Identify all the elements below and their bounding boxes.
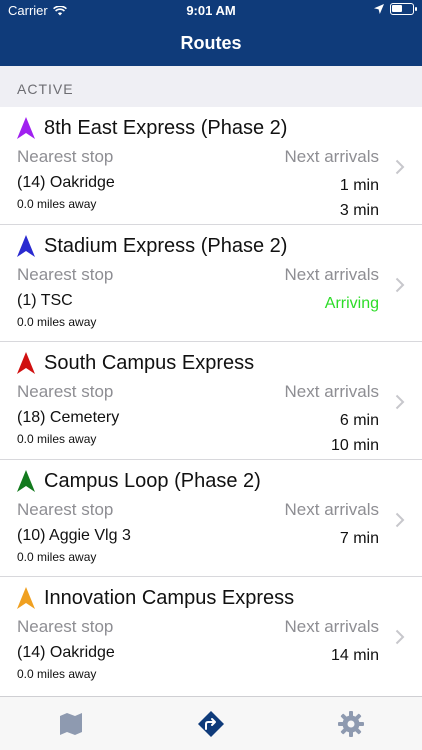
navigation-arrow-icon bbox=[17, 352, 35, 374]
route-name: Stadium Express (Phase 2) bbox=[44, 234, 288, 257]
stop-distance: 0.0 miles away bbox=[17, 667, 97, 681]
map-icon[interactable] bbox=[57, 710, 85, 738]
route-name: 8th East Express (Phase 2) bbox=[44, 117, 288, 139]
route-row[interactable]: 8th East Express (Phase 2) Nearest stop … bbox=[0, 107, 422, 225]
navigation-arrow-icon bbox=[17, 469, 35, 492]
nearest-stop-label: Nearest stop bbox=[17, 147, 114, 166]
arrival-time: 1 min bbox=[339, 177, 379, 194]
arrival-times: Arriving bbox=[325, 291, 379, 316]
arrival-times: 14 min bbox=[331, 643, 379, 668]
arrival-time: 3 min bbox=[339, 202, 379, 219]
route-name: South Campus Express bbox=[44, 352, 255, 374]
chevron-right-icon bbox=[395, 277, 405, 292]
directions-icon[interactable] bbox=[197, 710, 225, 738]
next-arrivals-label: Next arrivals bbox=[284, 617, 379, 636]
navigation-arrow-icon bbox=[17, 587, 35, 609]
stop-distance: 0.0 miles away bbox=[17, 432, 97, 446]
stop-name: (14) Oakridge bbox=[17, 644, 115, 661]
stop-name: (1) TSC bbox=[17, 291, 73, 309]
route-row[interactable]: Stadium Express (Phase 2) Nearest stop N… bbox=[0, 224, 422, 342]
arrival-time: 6 min bbox=[339, 412, 379, 429]
page-title: Routes bbox=[180, 33, 242, 53]
stop-name: (10) Aggie Vlg 3 bbox=[17, 526, 131, 544]
gear-icon[interactable] bbox=[337, 710, 365, 738]
arriving-status: Arriving bbox=[324, 294, 379, 312]
next-arrivals-label: Next arrivals bbox=[284, 382, 379, 401]
status-right bbox=[374, 3, 417, 15]
route-row[interactable]: Innovation Campus Express Nearest stop N… bbox=[0, 577, 422, 695]
nearest-stop-label: Nearest stop bbox=[17, 382, 114, 401]
stop-distance: 0.0 miles away bbox=[17, 197, 97, 211]
header: Carrier 9:01 AM Routes bbox=[0, 0, 422, 66]
arrival-times: 7 min bbox=[340, 526, 379, 551]
next-arrivals-label: Next arrivals bbox=[284, 499, 379, 519]
location-arrow-icon bbox=[374, 4, 384, 14]
status-time: 9:01 AM bbox=[186, 3, 236, 18]
navigation-arrow-icon bbox=[17, 117, 35, 139]
section-header: ACTIVE bbox=[0, 66, 422, 107]
nearest-stop-label: Nearest stop bbox=[17, 264, 114, 284]
next-arrivals-label: Next arrivals bbox=[284, 147, 379, 166]
arrival-times: 1 min 3 min bbox=[340, 173, 379, 223]
routes-list: 8th East Express (Phase 2) Nearest stop … bbox=[0, 107, 422, 695]
arrival-times: 6 min 10 min bbox=[331, 408, 379, 458]
chevron-right-icon bbox=[395, 629, 405, 645]
stop-distance: 0.0 miles away bbox=[17, 549, 97, 564]
chevron-right-icon bbox=[395, 394, 405, 410]
nearest-stop-label: Nearest stop bbox=[17, 617, 114, 636]
battery-level bbox=[392, 5, 403, 12]
route-name: Innovation Campus Express bbox=[44, 587, 295, 609]
route-name: Campus Loop (Phase 2) bbox=[44, 469, 261, 492]
chevron-right-icon bbox=[395, 159, 405, 175]
next-arrivals-label: Next arrivals bbox=[284, 264, 379, 284]
arrival-time: 14 min bbox=[330, 647, 379, 664]
tab-bar bbox=[0, 696, 422, 750]
route-row[interactable]: Campus Loop (Phase 2) Nearest stop Next … bbox=[0, 459, 422, 577]
battery-icon bbox=[390, 3, 417, 15]
route-row[interactable]: South Campus Express Nearest stop Next a… bbox=[0, 342, 422, 460]
nearest-stop-label: Nearest stop bbox=[17, 499, 114, 519]
stop-name: (18) Cemetery bbox=[17, 409, 120, 426]
navigation-arrow-icon bbox=[17, 234, 35, 257]
section-label: ACTIVE bbox=[17, 81, 74, 97]
arrival-time: 7 min bbox=[339, 529, 379, 547]
chevron-right-icon bbox=[395, 512, 405, 527]
stop-name: (14) Oakridge bbox=[17, 174, 115, 191]
arrival-time: 10 min bbox=[330, 437, 379, 454]
stop-distance: 0.0 miles away bbox=[17, 314, 97, 329]
status-bar: Carrier 9:01 AM bbox=[0, 0, 422, 22]
